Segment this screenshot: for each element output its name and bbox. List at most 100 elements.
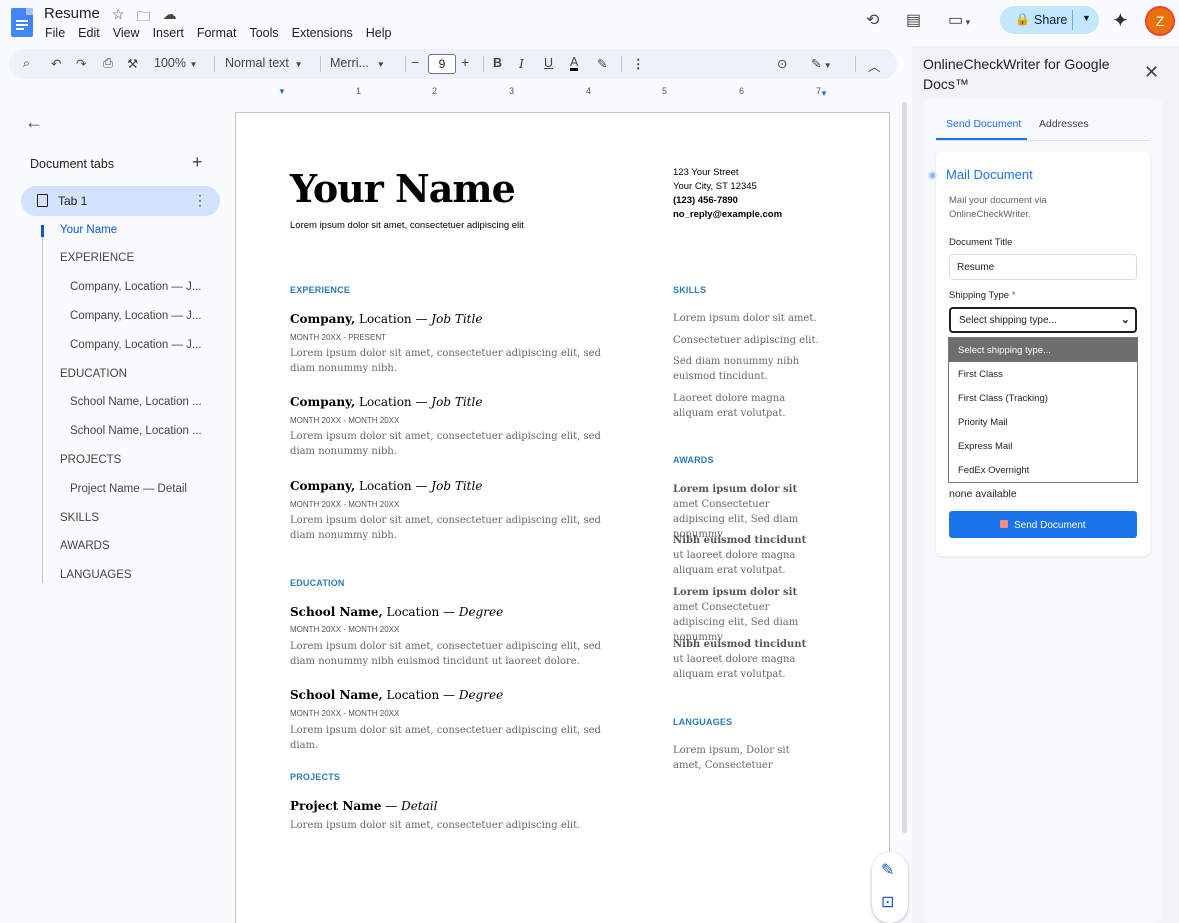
experience-entry-dates: MONTH 20XX - MONTH 20XX (290, 416, 400, 425)
italic-button[interactable]: I (519, 56, 524, 71)
outline-item[interactable]: EXPERIENCE (60, 252, 134, 264)
left-indent-marker[interactable]: ▼ (278, 87, 286, 96)
help-me-write-icon[interactable]: ✎ (881, 860, 894, 880)
outline-item[interactable]: Company, Location — J... (70, 310, 201, 322)
experience-entry-text: Lorem ipsum dolor sit amet, consectetuer… (290, 515, 601, 541)
text-color-button[interactable]: A (570, 56, 579, 71)
project-entry-text: Lorem ipsum dolor sit amet, consectetuer… (290, 820, 581, 831)
document-tabs-panel: ← Document tabs + Tab 1 ⋮ Your Name EXPE… (8, 100, 234, 923)
add-tab-icon[interactable]: + (192, 152, 203, 173)
menu-insert[interactable]: Insert (153, 26, 184, 40)
insert-image-icon[interactable]: ⊡ (881, 892, 894, 912)
menu-extensions[interactable]: Extensions (292, 26, 353, 40)
highlight-icon[interactable]: ✎ (597, 56, 607, 71)
outline-item[interactable]: LANGUAGES (60, 569, 132, 581)
send-icon (1000, 520, 1008, 528)
document-page[interactable]: Your Name Lorem ipsum dolor sit amet, co… (235, 112, 890, 923)
project-entry-title: Project Name — Detail (290, 799, 438, 813)
experience-entry-text: Lorem ipsum dolor sit amet, consectetuer… (290, 348, 601, 374)
experience-entry-title: Company, Location — Job Title (290, 479, 483, 493)
experience-entry-title: Company, Location — Job Title (290, 312, 483, 326)
education-entry-title: School Name, Location — Degree (290, 605, 504, 619)
skill-item: Consectetuer adipiscing elit. (673, 335, 819, 346)
docs-logo-icon[interactable] (11, 8, 33, 37)
comments-icon[interactable]: ▤ (906, 10, 921, 30)
mail-document-title: Mail Document (946, 167, 1033, 182)
bold-button[interactable]: B (493, 56, 502, 70)
style-select[interactable]: Normal text ▼ (225, 56, 303, 70)
undo-icon[interactable]: ↶ (51, 56, 61, 71)
collapse-toolbar-icon[interactable]: ︿ (868, 56, 881, 75)
document-title-label: Document Title (949, 237, 1013, 248)
shipping-option[interactable]: Priority Mail (949, 410, 1137, 434)
shipping-option[interactable]: First Class (Tracking) (949, 386, 1137, 410)
document-scrollbar[interactable] (902, 102, 907, 833)
document-title[interactable]: Resume (44, 5, 100, 22)
print-icon[interactable]: ⎙ (103, 56, 113, 71)
outline-item[interactable]: PROJECTS (60, 454, 121, 466)
lock-icon: 🔒 (1015, 12, 1030, 26)
languages-heading: LANGUAGES (673, 717, 733, 727)
smart-compose-icon[interactable]: ⊙ (777, 56, 787, 71)
education-entry-dates: MONTH 20XX - MONTH 20XX (290, 625, 400, 634)
shipping-type-select[interactable]: Select shipping type... ⌄ (949, 307, 1137, 333)
resume-name: Your Name (290, 166, 516, 211)
share-dropdown-icon[interactable]: ▼ (1082, 13, 1091, 23)
menu-view[interactable]: View (113, 26, 140, 40)
experience-entry-dates: MONTH 20XX - PRESENT (290, 333, 387, 342)
menu-format[interactable]: Format (197, 26, 237, 40)
languages-text: Lorem ipsum, Dolor sit amet, Consectetue… (673, 745, 790, 771)
skill-item: Laoreet dolore magna aliquam erat volutp… (673, 393, 786, 419)
shipping-option[interactable]: FedEx Overnight (949, 458, 1137, 482)
more-options-icon[interactable]: ⋮ (632, 56, 645, 71)
chevron-down-icon: ⌄ (1120, 314, 1130, 326)
awards-heading: AWARDS (673, 455, 714, 465)
back-arrow-icon[interactable]: ← (25, 112, 43, 133)
search-icon[interactable]: ⌕ (23, 56, 30, 71)
shipping-option[interactable]: First Class (949, 362, 1137, 386)
document-tabs-title: Document tabs (30, 157, 115, 171)
decrease-font-icon[interactable]: − (411, 54, 419, 70)
close-icon[interactable]: ✕ (1144, 62, 1159, 83)
education-entry-title: School Name, Location — Degree (290, 688, 504, 702)
menu-help[interactable]: Help (366, 26, 392, 40)
tab-1[interactable]: Tab 1 ⋮ (21, 186, 220, 216)
tab-addresses[interactable]: Addresses (1039, 118, 1089, 130)
paint-format-icon[interactable]: ⚒ (127, 56, 138, 71)
education-heading: EDUCATION (290, 578, 345, 588)
gemini-icon[interactable]: ✦ (1112, 8, 1129, 33)
outline-item[interactable]: EDUCATION (60, 368, 127, 380)
outline-item[interactable]: Your Name (60, 224, 117, 236)
outline-item[interactable]: Project Name — Detail (70, 483, 187, 495)
menu-tools[interactable]: Tools (249, 26, 278, 40)
increase-font-icon[interactable]: + (461, 54, 469, 70)
experience-heading: EXPERIENCE (290, 285, 351, 295)
version-history-icon[interactable]: ⟲ (866, 10, 879, 30)
avatar[interactable]: Z (1145, 6, 1175, 36)
shipping-option[interactable]: Express Mail (949, 434, 1137, 458)
zoom-select[interactable]: 100% ▼ (154, 56, 197, 70)
outline-item[interactable]: Company, Location — J... (70, 281, 201, 293)
floating-actions: ✎ ⊡ (872, 852, 908, 923)
shipping-option[interactable]: Select shipping type... (949, 338, 1137, 362)
outline-item[interactable]: SKILLS (60, 512, 99, 524)
outline-item[interactable]: AWARDS (60, 540, 110, 552)
tab-more-icon[interactable]: ⋮ (193, 192, 207, 209)
underline-button[interactable]: U (544, 56, 553, 70)
editing-mode-icon[interactable]: ✎ ▼ (811, 56, 832, 71)
share-button[interactable]: 🔒 Share ▼ (1000, 6, 1099, 34)
document-title-input[interactable] (949, 254, 1137, 280)
outline-item[interactable]: School Name, Location ... (70, 425, 202, 437)
meet-icon[interactable]: ▭ ▾ (948, 10, 970, 30)
tab-send-document[interactable]: Send Document (946, 118, 1021, 130)
ruler[interactable]: 1 1 2 3 4 5 6 7 ▼ ▼ (236, 86, 890, 98)
send-document-button[interactable]: Send Document (949, 511, 1137, 538)
font-size-input[interactable]: 9 (428, 54, 456, 74)
redo-icon[interactable]: ↷ (76, 56, 86, 71)
font-select[interactable]: Merri... ▼ (330, 56, 385, 70)
outline-item[interactable]: School Name, Location ... (70, 396, 202, 408)
menu-edit[interactable]: Edit (78, 26, 100, 40)
outline-item[interactable]: Company, Location — J... (70, 339, 201, 351)
menu-file[interactable]: File (45, 26, 65, 40)
right-indent-marker[interactable]: ▼ (820, 89, 828, 98)
